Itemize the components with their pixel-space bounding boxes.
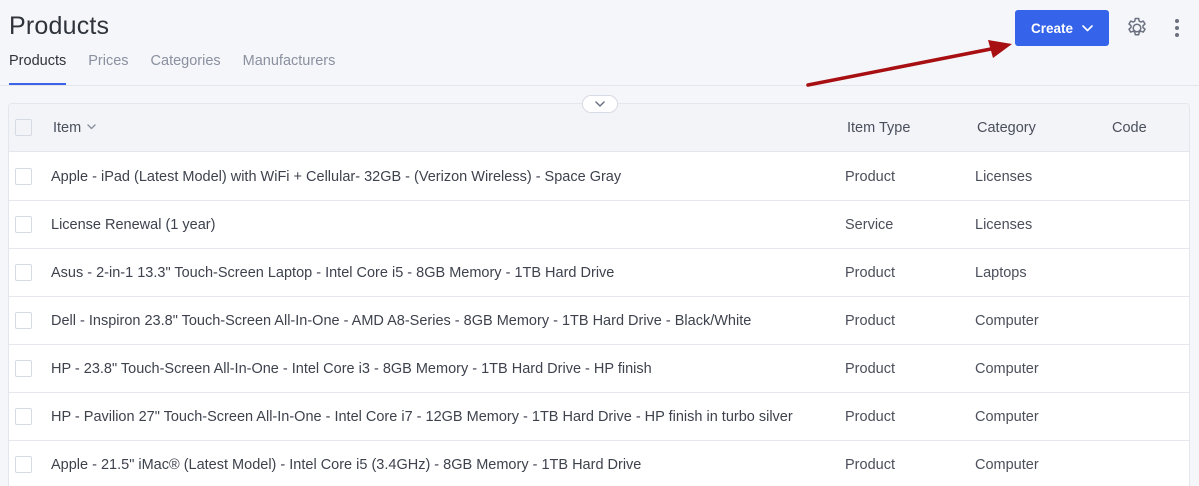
table-row[interactable]: Apple - iPad (Latest Model) with WiFi + … — [9, 153, 1189, 201]
page-title: Products — [9, 12, 110, 40]
cell-item[interactable]: License Renewal (1 year) — [51, 217, 215, 233]
cell-category: Laptops — [975, 265, 1027, 281]
cell-item-type: Service — [845, 217, 894, 233]
column-header-category[interactable]: Category — [977, 120, 1036, 136]
cell-item[interactable]: Apple - iPad (Latest Model) with WiFi + … — [51, 169, 621, 185]
chevron-down-icon — [595, 101, 605, 107]
tab-manufacturers[interactable]: Manufacturers — [243, 52, 336, 84]
cell-item-type: Product — [845, 169, 895, 185]
cell-category: Computer — [975, 409, 1039, 425]
cell-item[interactable]: Dell - Inspiron 23.8" Touch-Screen All-I… — [51, 313, 751, 329]
tab-categories[interactable]: Categories — [151, 52, 221, 84]
row-checkbox[interactable] — [15, 168, 32, 185]
chevron-down-icon — [1082, 24, 1093, 31]
cell-item[interactable]: Asus - 2-in-1 13.3" Touch-Screen Laptop … — [51, 265, 614, 281]
row-checkbox[interactable] — [15, 216, 32, 233]
cell-category: Licenses — [975, 217, 1033, 233]
table-row[interactable]: License Renewal (1 year) Service License… — [9, 201, 1189, 249]
products-table: Item Item Type Category Code Apple - iPa… — [8, 103, 1190, 486]
row-checkbox[interactable] — [15, 264, 32, 281]
tab-bar: Products Prices Categories Manufacturers — [9, 52, 357, 86]
cell-category: Computer — [975, 361, 1039, 377]
tab-products[interactable]: Products — [9, 52, 67, 85]
row-checkbox[interactable] — [15, 312, 32, 329]
row-checkbox[interactable] — [15, 408, 32, 425]
sort-chevron-icon — [87, 124, 96, 130]
cell-item-type: Product — [845, 409, 895, 425]
gear-icon[interactable] — [1125, 16, 1149, 40]
cell-item[interactable]: Apple - 21.5" iMac® (Latest Model) - Int… — [51, 457, 641, 473]
column-header-item-type[interactable]: Item Type — [847, 120, 910, 136]
row-checkbox[interactable] — [15, 360, 32, 377]
create-button-label: Create — [1030, 20, 1074, 36]
row-checkbox[interactable] — [15, 456, 32, 473]
column-header-code[interactable]: Code — [1112, 120, 1147, 136]
tab-prices[interactable]: Prices — [88, 52, 128, 84]
page-header: Products Products Prices Categories Manu… — [0, 0, 1199, 86]
cell-item[interactable]: HP - Pavilion 27" Touch-Screen All-In-On… — [51, 409, 793, 425]
cell-category: Computer — [975, 457, 1039, 473]
column-header-item-label: Item — [53, 120, 82, 136]
cell-item[interactable]: HP - 23.8" Touch-Screen All-In-One - Int… — [51, 361, 652, 377]
table-row[interactable]: Dell - Inspiron 23.8" Touch-Screen All-I… — [9, 297, 1189, 345]
column-header-item[interactable]: Item — [53, 120, 96, 136]
create-button[interactable]: Create — [1015, 10, 1109, 46]
cell-item-type: Product — [845, 265, 895, 281]
kebab-menu-icon[interactable] — [1168, 17, 1186, 39]
table-row[interactable]: HP - Pavilion 27" Touch-Screen All-In-On… — [9, 393, 1189, 441]
table-row[interactable]: Asus - 2-in-1 13.3" Touch-Screen Laptop … — [9, 249, 1189, 297]
cell-item-type: Product — [845, 457, 895, 473]
cell-item-type: Product — [845, 361, 895, 377]
cell-category: Licenses — [975, 169, 1033, 185]
select-all-checkbox[interactable] — [15, 119, 32, 136]
collapse-toggle[interactable] — [582, 95, 618, 113]
table-row[interactable]: Apple - 21.5" iMac® (Latest Model) - Int… — [9, 441, 1189, 486]
table-row[interactable]: HP - 23.8" Touch-Screen All-In-One - Int… — [9, 345, 1189, 393]
cell-item-type: Product — [845, 313, 895, 329]
cell-category: Computer — [975, 313, 1039, 329]
